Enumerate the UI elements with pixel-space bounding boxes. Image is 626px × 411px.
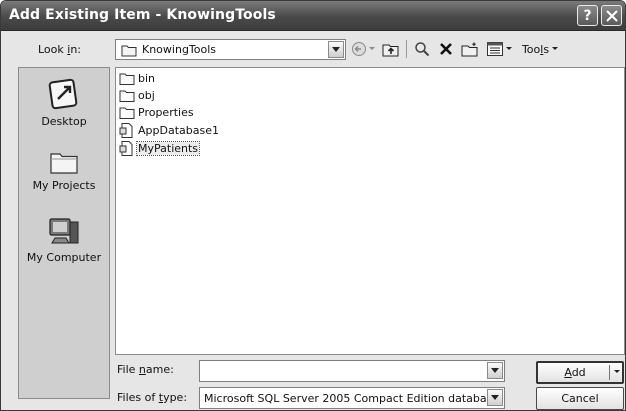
look-in-dropdown[interactable]: KnowingTools: [115, 39, 346, 60]
files-of-type-dropdown[interactable]: Microsoft SQL Server 2005 Compact Editio…: [199, 387, 505, 409]
back-button[interactable]: [351, 39, 375, 59]
create-new-folder-button[interactable]: [459, 39, 481, 59]
add-existing-item-dialog: Add Existing Item - KnowingTools ? Look …: [0, 0, 626, 411]
new-folder-icon: [461, 42, 478, 56]
file-name-field[interactable]: [199, 360, 505, 382]
files-of-type-value: Microsoft SQL Server 2005 Compact Editio…: [204, 392, 487, 405]
folder-icon: [50, 153, 78, 174]
desktop-icon: [48, 78, 78, 110]
chevron-down-icon: [332, 46, 340, 52]
place-my-computer[interactable]: My Computer: [19, 216, 109, 264]
folder-icon: [119, 73, 135, 85]
window-title: Add Existing Item - KnowingTools: [9, 7, 276, 23]
chevron-down-icon: [552, 47, 559, 50]
place-my-projects[interactable]: My Projects: [19, 148, 109, 192]
help-icon: ?: [583, 7, 592, 24]
help-button[interactable]: ?: [577, 5, 598, 26]
up-one-level-button[interactable]: [380, 39, 402, 59]
chevron-down-icon: [505, 47, 512, 50]
place-desktop[interactable]: Desktop: [19, 78, 109, 128]
toolbar-separator: [406, 40, 407, 58]
tools-menu-button[interactable]: Tools: [517, 39, 563, 59]
folder-icon: [119, 90, 135, 102]
add-button[interactable]: Add: [536, 361, 624, 384]
close-icon: [605, 9, 618, 22]
tools-label: Tools: [521, 42, 550, 56]
views-button[interactable]: [484, 39, 514, 59]
chevron-down-icon: [369, 47, 375, 50]
folder-icon: [119, 107, 135, 119]
list-item-properties[interactable]: Properties: [119, 104, 195, 121]
list-item-appdatabase1[interactable]: AppDatabase1: [119, 122, 220, 139]
add-button-label: Add: [564, 366, 586, 379]
computer-icon: [49, 218, 79, 244]
delete-icon: [440, 43, 452, 55]
cancel-button[interactable]: Cancel: [536, 387, 624, 410]
look-in-dropdown-arrow[interactable]: [328, 41, 344, 58]
database-file-icon: [119, 141, 133, 156]
search-web-button[interactable]: [411, 39, 433, 59]
file-list[interactable]: bin obj Properties AppDatabase1 MyPatien…: [115, 67, 625, 355]
files-of-type-dropdown-arrow[interactable]: [487, 389, 503, 406]
delete-button[interactable]: [435, 39, 457, 59]
database-file-icon: [119, 123, 133, 138]
add-button-split: [609, 365, 610, 380]
search-web-icon: [415, 42, 430, 57]
places-bar: Desktop My Projects My Computer: [18, 67, 110, 399]
chevron-down-icon: [491, 394, 499, 400]
look-in-label: Look in:: [38, 43, 82, 56]
list-item-mypatients[interactable]: MyPatients: [119, 140, 201, 157]
chevron-down-icon[interactable]: [614, 370, 620, 374]
title-bar[interactable]: Add Existing Item - KnowingTools ?: [1, 1, 625, 31]
list-item-bin[interactable]: bin: [119, 70, 156, 87]
up-folder-icon: [382, 44, 399, 56]
folder-icon: [121, 45, 137, 57]
list-item-obj[interactable]: obj: [119, 87, 156, 104]
back-icon: [352, 42, 366, 56]
file-name-dropdown-arrow[interactable]: [487, 362, 503, 379]
files-of-type-label: Files of type:: [117, 391, 188, 404]
close-button[interactable]: [601, 5, 622, 26]
look-in-value: KnowingTools: [142, 43, 217, 56]
chevron-down-icon: [491, 367, 499, 373]
file-name-label: File name:: [117, 363, 174, 376]
views-icon: [486, 42, 503, 56]
